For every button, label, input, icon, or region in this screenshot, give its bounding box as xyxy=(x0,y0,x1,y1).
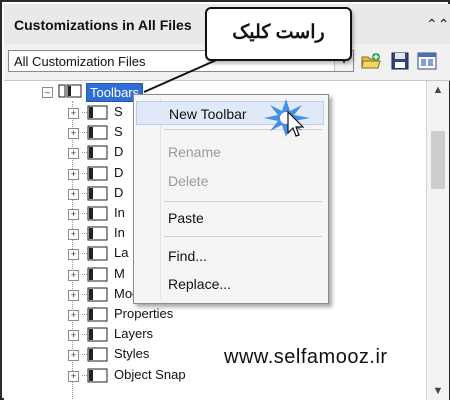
toolbar-icon xyxy=(82,125,108,140)
tree-item-label: Object Snap xyxy=(114,366,186,382)
callout-box: راست کلیک xyxy=(205,7,352,61)
expand-node-icon[interactable]: + xyxy=(68,168,79,180)
toolbar-icon xyxy=(82,327,108,342)
tree-item-label: S xyxy=(114,104,123,119)
expand-node-icon[interactable]: + xyxy=(68,370,79,382)
double-chevron-up-icon[interactable]: ⌃⌃ xyxy=(426,16,449,32)
expand-node-icon[interactable]: + xyxy=(68,249,79,261)
file-filter-value: All Customization Files xyxy=(14,54,146,69)
tree-item-label: In xyxy=(114,225,125,241)
tree-item-label: M xyxy=(114,265,125,281)
open-folder-icon[interactable] xyxy=(360,51,382,71)
expand-node-icon[interactable]: + xyxy=(68,188,79,200)
expand-node-icon[interactable]: + xyxy=(68,289,79,301)
tree-item-label: La xyxy=(114,245,129,261)
expand-node-icon[interactable]: + xyxy=(68,229,79,241)
toolbar-icon xyxy=(82,246,108,261)
expand-node-icon[interactable]: + xyxy=(68,330,79,342)
toolbar-icon xyxy=(82,186,108,201)
tree-item-label: Styles xyxy=(114,346,150,362)
tree-item-label: D xyxy=(114,144,124,160)
tree-item-label: Layers xyxy=(114,326,154,342)
menu-separator xyxy=(164,236,322,237)
tree-item-label: Properties xyxy=(114,306,174,321)
toolbar-icon xyxy=(82,105,108,120)
panel-title: Customizations in All Files xyxy=(14,17,192,33)
scroll-thumb[interactable] xyxy=(431,131,445,189)
expand-node-icon[interactable]: + xyxy=(68,148,79,160)
menu-separator xyxy=(164,201,322,202)
customize-panel: Customizations in All Files ⌃⌃ All Custo… xyxy=(0,0,450,400)
toolbar-icon xyxy=(82,267,108,282)
tree-item-label: S xyxy=(114,124,123,140)
toolbar-icon xyxy=(82,206,108,221)
expand-node-icon[interactable]: + xyxy=(68,209,79,220)
expand-node-icon[interactable]: + xyxy=(68,108,79,119)
menu-item-find[interactable]: Find... xyxy=(136,244,324,268)
expand-node-icon[interactable]: + xyxy=(68,128,79,140)
menu-item-rename[interactable]: Rename xyxy=(136,140,324,164)
toolbar-icon xyxy=(82,145,108,160)
vertical-scrollbar[interactable]: ▲ ▼ xyxy=(426,81,449,400)
expand-node-icon[interactable]: + xyxy=(68,310,79,321)
scroll-up-icon[interactable]: ▲ xyxy=(427,81,449,99)
menu-item-replace[interactable]: Replace... xyxy=(136,272,324,296)
toolbar-icon xyxy=(82,226,108,241)
tree-item-label: In xyxy=(114,205,125,220)
site-watermark: www.selfamooz.ir xyxy=(224,346,388,368)
collapse-node-icon[interactable]: – xyxy=(42,87,53,98)
tree-item-label: D xyxy=(114,184,124,200)
tree-item-label: D xyxy=(114,164,124,180)
toolbar-icon xyxy=(82,287,108,302)
menu-item-delete[interactable]: Delete xyxy=(136,169,324,193)
save-disk-icon[interactable] xyxy=(389,51,411,71)
expand-node-icon[interactable]: + xyxy=(68,350,79,362)
scroll-down-icon[interactable]: ▼ xyxy=(427,382,449,400)
toolbars-folder-icon xyxy=(58,84,82,98)
window-view-icon[interactable] xyxy=(416,51,438,71)
menu-item-paste[interactable]: Paste xyxy=(136,206,324,230)
callout-text: راست کلیک xyxy=(232,22,325,43)
toolbar-icon xyxy=(82,347,108,362)
click-burst-cursor-icon xyxy=(264,99,310,137)
expand-node-icon[interactable]: + xyxy=(68,269,79,281)
toolbar-icon xyxy=(82,166,108,181)
toolbar-icon xyxy=(82,368,108,383)
toolbar-icon xyxy=(82,307,108,322)
menu-gutter xyxy=(160,97,161,299)
